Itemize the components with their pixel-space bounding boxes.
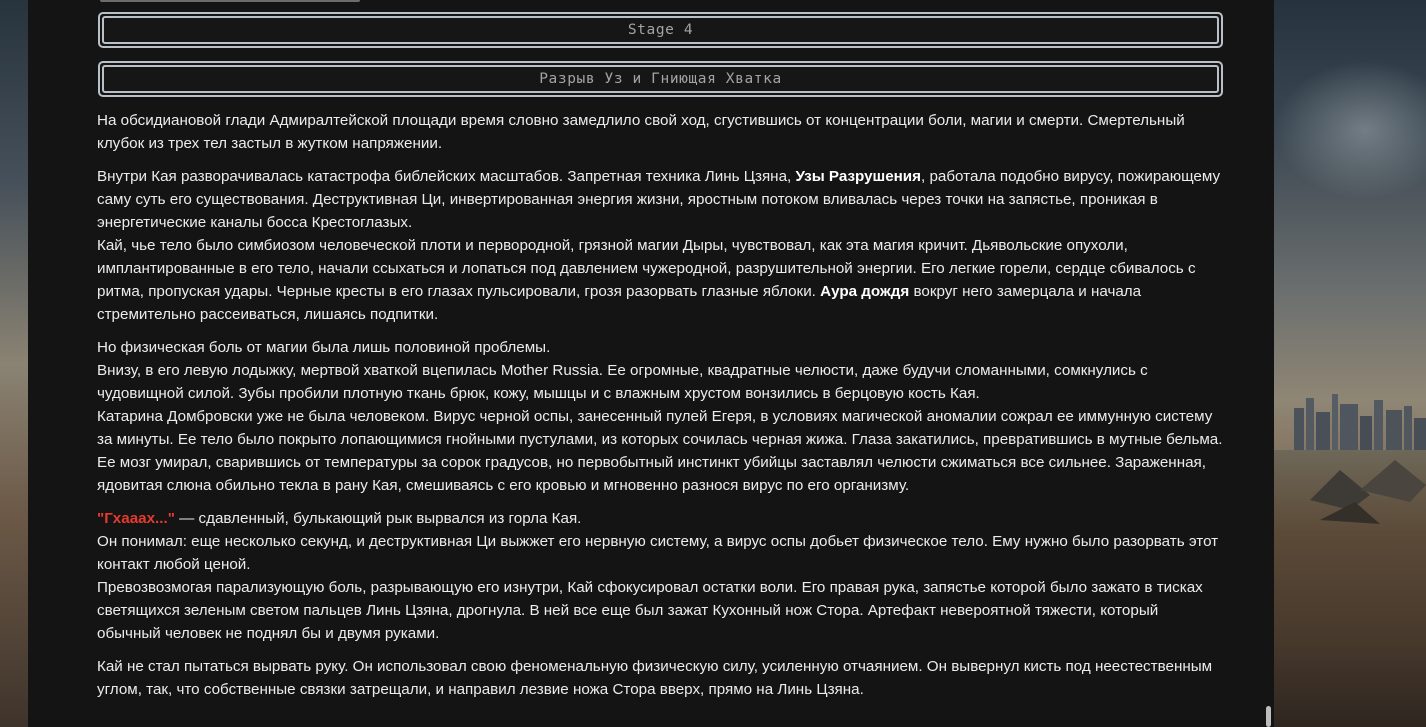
text-run: — сдавленный, булькающий рык вырвался из… xyxy=(174,510,582,527)
story-text-line: На обсидиановой глади Адмиралтейской пло… xyxy=(97,112,1185,152)
story-text-line: Кай, чье тело было симбиозом человеческо… xyxy=(97,234,1225,326)
dialogue-shout: "Гхааах..." xyxy=(97,510,175,527)
background-cloud xyxy=(1274,60,1426,200)
story-text-line: Но физическая боль от магии была лишь по… xyxy=(97,339,551,356)
story-text-line: Кай не стал пытаться вырвать руку. Он ис… xyxy=(97,658,1213,698)
story-text-line: Внизу, в его левую лодыжку, мертвой хват… xyxy=(97,362,1148,402)
story-text-line: "Гхааах..." — сдавленный, булькающий рык… xyxy=(97,507,1225,530)
story-text: На обсидиановой глади Адмиралтейской пло… xyxy=(97,109,1225,711)
story-paragraph: Но физическая боль от магии была лишь по… xyxy=(97,336,1225,497)
text-run: Внутри Кая разворачивалась катастрофа би… xyxy=(97,168,796,185)
stage-label-box: Stage 4 xyxy=(98,12,1223,48)
story-text-line: Превозвозмогая парализующую боль, разрыв… xyxy=(97,579,1203,642)
story-paragraph: На обсидиановой глади Адмиралтейской пло… xyxy=(97,109,1225,155)
story-text-line: Внутри Кая разворачивалась катастрофа би… xyxy=(97,165,1225,234)
previous-box-edge xyxy=(100,0,360,2)
background-left-strip xyxy=(0,0,28,727)
story-text-line: Катарина Домбровски уже не была человеко… xyxy=(97,408,1223,494)
story-paragraph: "Гхааах..." — сдавленный, булькающий рык… xyxy=(97,507,1225,645)
bold-term: Аура дождя xyxy=(820,283,910,300)
chapter-title: Разрыв Уз и Гниющая Хватка xyxy=(102,65,1219,93)
stage-label: Stage 4 xyxy=(102,16,1219,44)
chapter-title-box: Разрыв Уз и Гниющая Хватка xyxy=(98,61,1223,97)
story-text-line: Он понимал: еще несколько секунд, и дест… xyxy=(97,533,1219,573)
story-paragraph: Кай не стал пытаться вырвать руку. Он ис… xyxy=(97,655,1225,701)
scrollbar-thumb[interactable] xyxy=(1266,706,1271,727)
bold-term: Узы Разрушения xyxy=(795,168,922,185)
background-debris xyxy=(1310,460,1426,524)
story-paragraph: Внутри Кая разворачивалась катастрофа би… xyxy=(97,165,1225,326)
